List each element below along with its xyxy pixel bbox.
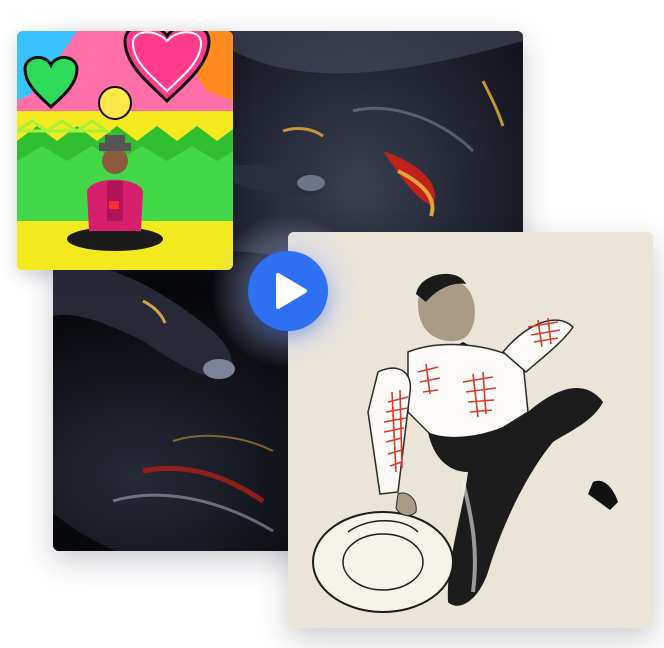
pop-art-mural-photo [17, 31, 233, 270]
media-collage [0, 0, 664, 648]
play-icon [276, 273, 307, 309]
play-button[interactable] [248, 251, 328, 331]
